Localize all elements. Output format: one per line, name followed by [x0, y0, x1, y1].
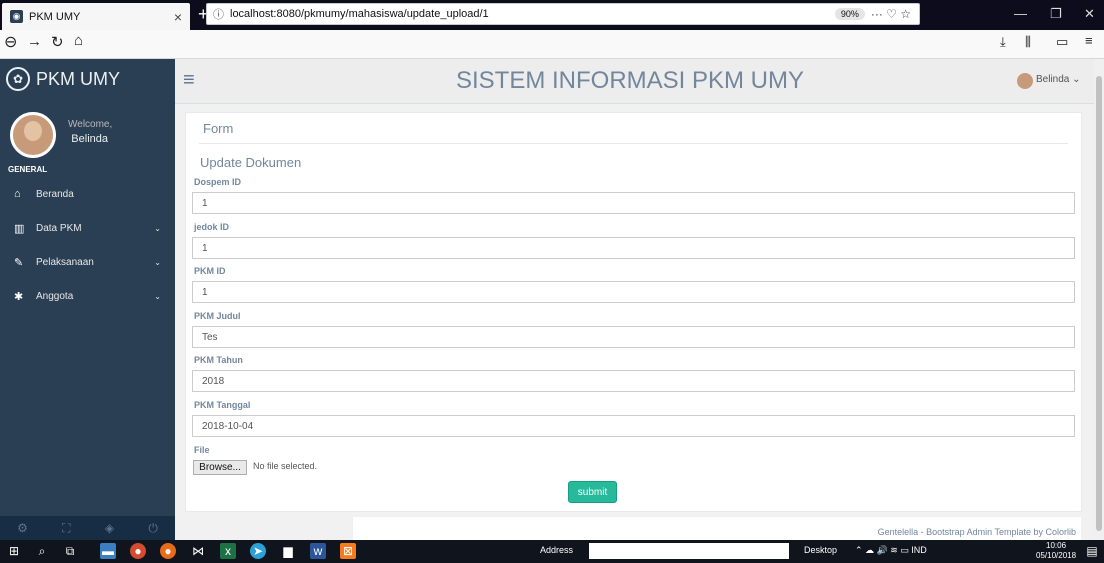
- minimize-icon[interactable]: —: [1014, 6, 1027, 21]
- clock-date: 05/10/2018: [1036, 551, 1077, 560]
- scrollbar-thumb[interactable]: [1096, 76, 1102, 531]
- sidebar-footer: ⚙ ⛶ ◈ ⏻: [0, 516, 175, 540]
- hamburger-icon[interactable]: ≡: [183, 69, 195, 92]
- user-dropdown[interactable]: Belinda ⌄: [1036, 74, 1081, 85]
- no-file-text: No file selected.: [253, 461, 318, 471]
- user-name: Belinda: [71, 133, 108, 145]
- restore-icon[interactable]: ❐: [1050, 6, 1062, 22]
- fullscreen-icon[interactable]: ⛶: [62, 521, 70, 536]
- chrome-icon[interactable]: ●: [130, 543, 146, 559]
- task-view-icon[interactable]: ⧉: [62, 543, 78, 559]
- page-title: SISTEM INFORMASI PKM UMY: [455, 67, 805, 94]
- tab-title: PKM UMY: [29, 10, 81, 23]
- bar-chart-icon: ▥: [14, 222, 25, 235]
- desktop-label[interactable]: Desktop: [804, 545, 837, 555]
- url-text: localhost:8080/pkmumy/mahasiswa/update_u…: [230, 8, 489, 20]
- jedok-id-label: jedok ID: [194, 222, 230, 232]
- sidebar-item-data-pkm[interactable]: ▥ Data PKM ⌄: [0, 216, 175, 240]
- reload-icon[interactable]: ↻: [51, 33, 64, 51]
- clock[interactable]: 10:06 05/10/2018: [1036, 541, 1076, 561]
- pkm-id-label: PKM ID: [194, 266, 226, 276]
- app-icon[interactable]: ⋈: [190, 543, 206, 559]
- sidebar-item-label: Pelaksanaan: [36, 256, 94, 268]
- pkm-tanggal-input[interactable]: [192, 415, 1075, 437]
- pkm-tanggal-label: PKM Tanggal: [194, 400, 251, 410]
- welcome-text: Welcome,: [68, 119, 113, 130]
- sidebar-item-beranda[interactable]: ⌂ Beranda: [0, 182, 175, 206]
- user-avatar[interactable]: [1017, 73, 1033, 89]
- sidebar-toggle-icon[interactable]: ▭: [1056, 34, 1068, 50]
- pkm-id-input[interactable]: [192, 281, 1075, 303]
- address-input[interactable]: [589, 543, 789, 559]
- browser-nav-bar: [0, 30, 1104, 59]
- panel-title: Form: [203, 121, 234, 136]
- divider: [199, 143, 1068, 144]
- telegram-icon[interactable]: ➤: [250, 543, 266, 559]
- file-label: File: [194, 445, 210, 455]
- firefox-icon[interactable]: ●: [160, 543, 176, 559]
- power-icon[interactable]: ⏻: [148, 521, 158, 536]
- library-icon[interactable]: ⫼: [1025, 34, 1031, 50]
- sidebar-item-label: Data PKM: [36, 222, 82, 234]
- file-explorer-icon[interactable]: ▬: [100, 543, 116, 559]
- sidebar-item-pelaksanaan[interactable]: ✎ Pelaksanaan ⌄: [0, 250, 175, 274]
- sticky-notes-icon[interactable]: ▆: [280, 543, 296, 559]
- system-tray[interactable]: ⌃ ☁ 🔊 ≋ ▭ IND: [855, 545, 927, 556]
- pkm-judul-label: PKM Judul: [194, 311, 241, 321]
- sidebar-item-label: Beranda: [36, 188, 74, 200]
- home-icon: ⌂: [14, 188, 21, 200]
- chevron-down-icon: ⌄: [154, 291, 161, 301]
- tab-close-icon[interactable]: ×: [174, 9, 182, 25]
- submit-button[interactable]: submit: [568, 481, 617, 503]
- tray-icons: ⌃ ☁ 🔊 ≋ ▭: [855, 545, 912, 555]
- window-close-icon[interactable]: ✕: [1084, 6, 1095, 22]
- word-icon[interactable]: w: [310, 543, 326, 559]
- pkm-judul-input[interactable]: [192, 326, 1075, 348]
- search-icon[interactable]: ⌕: [34, 543, 50, 559]
- chevron-down-icon: ⌄: [154, 257, 161, 267]
- browse-button[interactable]: Browse...: [193, 460, 247, 475]
- pkm-tahun-input[interactable]: [192, 370, 1075, 392]
- eye-slash-icon[interactable]: ◈: [105, 521, 114, 535]
- brand-title: PKM UMY: [36, 68, 121, 89]
- dospem-id-input[interactable]: [192, 192, 1075, 214]
- home-button-icon[interactable]: ⌂: [74, 32, 83, 49]
- url-bar[interactable]: ⓘ localhost:8080/pkmumy/mahasiswa/update…: [206, 3, 920, 25]
- language-indicator: IND: [911, 545, 927, 555]
- bug-icon: ✱: [14, 290, 24, 303]
- footer: Gentelella - Bootstrap Admin Template by…: [353, 517, 1081, 540]
- xampp-icon[interactable]: ⊠: [340, 543, 356, 559]
- settings-icon[interactable]: ⚙: [17, 521, 28, 535]
- form-panel: [185, 112, 1082, 512]
- address-label: Address: [540, 545, 574, 555]
- paw-icon: ✿: [6, 67, 30, 91]
- forward-icon[interactable]: →: [27, 33, 42, 50]
- download-icon[interactable]: ⤓: [1000, 34, 1006, 50]
- back-icon[interactable]: ⊖: [4, 32, 17, 52]
- info-icon[interactable]: ⓘ: [213, 6, 224, 22]
- zoom-level[interactable]: 90%: [834, 8, 865, 20]
- favicon-icon: ◉: [10, 10, 23, 23]
- clock-time: 10:06: [1046, 541, 1067, 550]
- avatar: [10, 112, 56, 158]
- notification-icon[interactable]: ▤: [1084, 543, 1100, 559]
- windows-start-icon[interactable]: ⊞: [6, 543, 22, 559]
- pkm-tahun-label: PKM Tahun: [194, 355, 243, 365]
- menu-icon[interactable]: ≡: [1085, 33, 1093, 48]
- sidebar-item-label: Anggota: [36, 290, 74, 302]
- dospem-id-label: Dospem ID: [194, 177, 242, 187]
- section-heading: GENERAL: [8, 165, 48, 174]
- sidebar-item-anggota[interactable]: ✱ Anggota ⌄: [0, 284, 175, 308]
- excel-icon[interactable]: x: [220, 543, 236, 559]
- jedok-id-input[interactable]: [192, 237, 1075, 259]
- brand[interactable]: ✿ PKM UMY: [0, 59, 175, 99]
- chevron-down-icon: ⌄: [154, 223, 161, 233]
- edit-icon: ✎: [14, 256, 24, 269]
- form-subtitle: Update Dokumen: [200, 155, 302, 170]
- page-actions-icon[interactable]: ··· ♡ ☆: [871, 7, 911, 21]
- browser-tab[interactable]: ◉ PKM UMY ×: [2, 3, 190, 30]
